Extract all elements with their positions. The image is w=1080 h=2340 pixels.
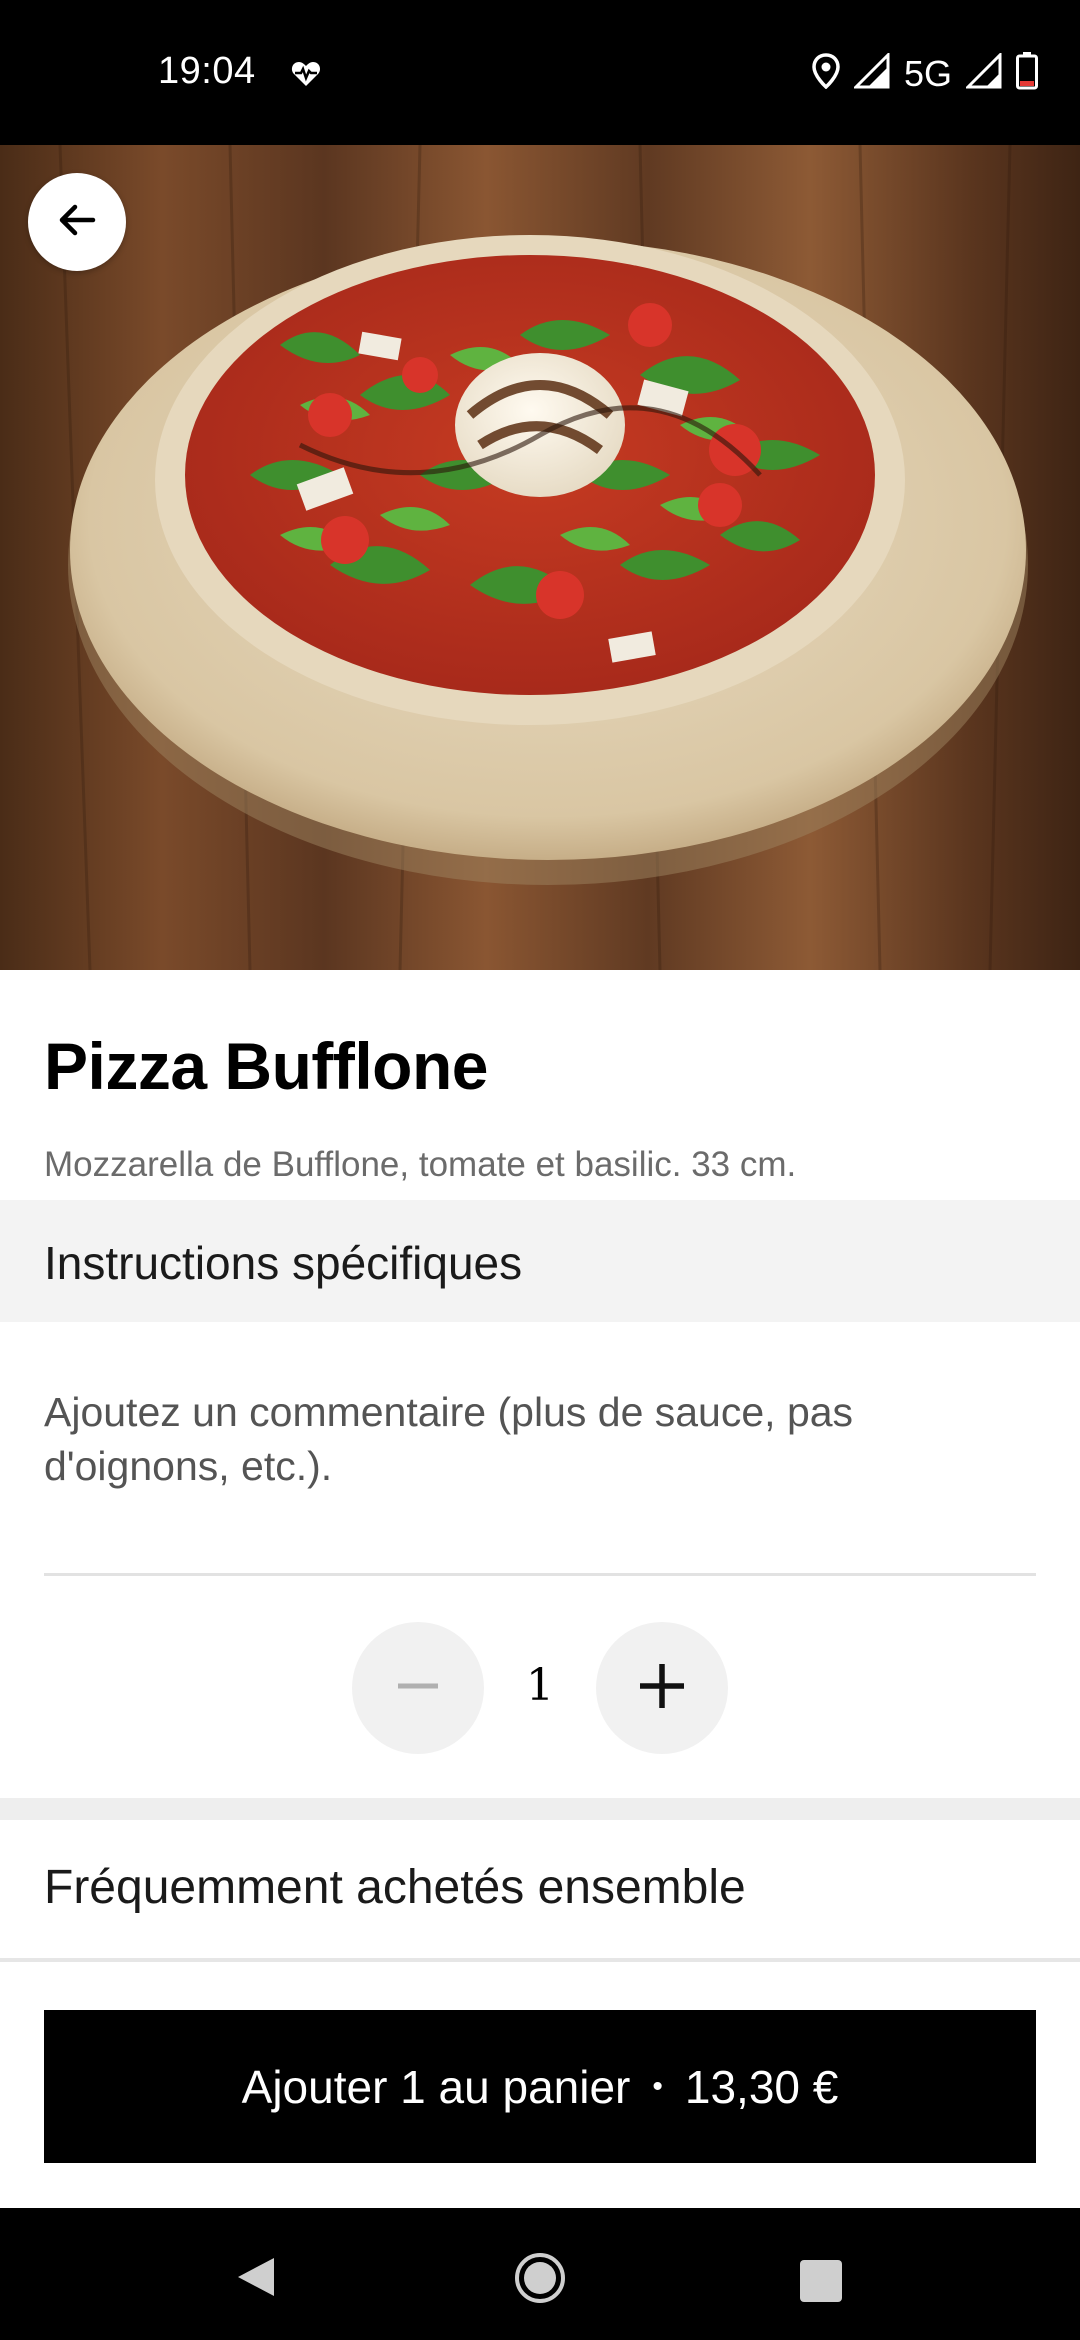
quantity-stepper: 1	[352, 1622, 728, 1754]
add-to-cart-label: Ajouter 1 au panier	[241, 2060, 631, 2113]
system-nav-bar	[0, 2208, 1080, 2340]
heart-pulse-icon	[290, 58, 322, 90]
instructions-header-label: Instructions spécifiques	[44, 1237, 523, 1289]
status-bar: 19:04 5G	[0, 0, 1080, 145]
pizza-photo	[0, 145, 1080, 970]
minus-icon	[394, 1662, 442, 1715]
frequently-bought-heading: Fréquemment achetés ensemble	[44, 1861, 746, 1914]
add-to-cart-button[interactable]: Ajouter 1 au panier • 13,30 €	[44, 2010, 1036, 2163]
instructions-header: Instructions spécifiques	[0, 1200, 1080, 1322]
footer-divider	[0, 1958, 1080, 1962]
network-type: 5G	[903, 52, 952, 94]
product-title: Pizza Bufflone	[44, 1029, 489, 1103]
plus-icon	[636, 1660, 688, 1717]
add-to-cart-price: 13,30 €	[684, 2060, 839, 2113]
signal-icon	[852, 51, 890, 94]
nav-home-icon[interactable]	[514, 2252, 566, 2309]
product-description: Mozzarella de Bufflone, tomate et basili…	[44, 1145, 797, 1184]
battery-low-icon	[1016, 52, 1038, 95]
signal-icon-2	[964, 51, 1002, 94]
nav-back-icon[interactable]	[232, 2254, 278, 2305]
comment-input[interactable]: Ajoutez un commentaire (plus de sauce, p…	[44, 1385, 994, 1493]
quantity-value: 1	[526, 1660, 554, 1711]
product-image	[0, 145, 1080, 970]
status-time: 19:04	[158, 50, 256, 92]
increase-quantity-button[interactable]	[596, 1622, 728, 1754]
decrease-quantity-button[interactable]	[352, 1622, 484, 1754]
section-separator	[0, 1798, 1080, 1820]
comment-divider	[44, 1573, 1036, 1576]
arrow-left-icon	[53, 196, 101, 249]
add-to-cart-separator: •	[652, 2069, 663, 2103]
back-button[interactable]	[28, 173, 126, 271]
nav-recents-icon[interactable]	[800, 2260, 842, 2302]
location-icon	[812, 53, 840, 94]
status-icons: 5G	[812, 51, 1038, 95]
